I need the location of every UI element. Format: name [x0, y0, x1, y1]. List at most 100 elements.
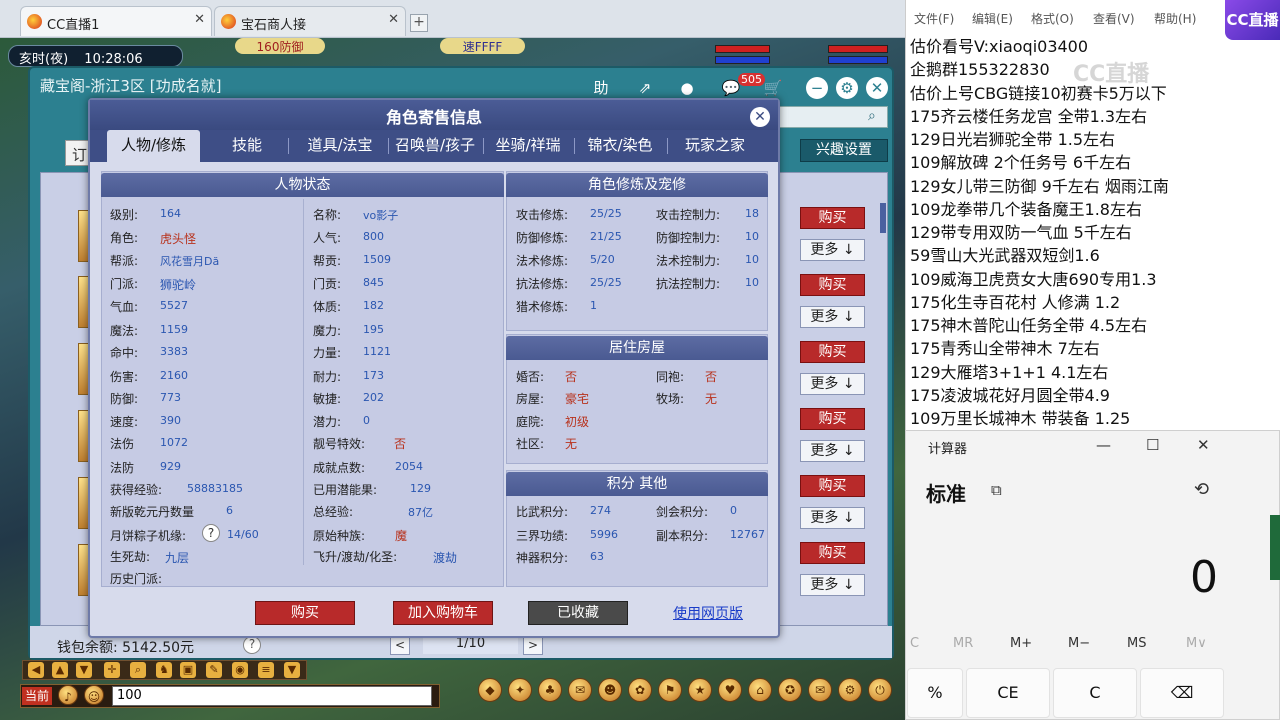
dialog-close-icon[interactable]: ✕	[750, 107, 770, 127]
menu-file[interactable]: 文件(F)	[914, 10, 954, 27]
arrow-left-icon[interactable]: ◀	[28, 662, 44, 678]
help-icon[interactable]: 助	[590, 77, 612, 99]
tab-outfits[interactable]: 锦衣/染色	[577, 130, 663, 162]
guild-icon[interactable]: ✪	[778, 678, 802, 702]
team-icon[interactable]: ♞	[156, 662, 172, 678]
search-icon[interactable]: ⌕	[868, 108, 876, 124]
list-scrollbar[interactable]	[880, 203, 886, 233]
add-to-cart-button[interactable]: 加入购物车	[393, 601, 493, 625]
web-version-link[interactable]: 使用网页版	[673, 603, 743, 623]
stat-label: 气血:	[110, 300, 139, 314]
minimize-icon[interactable]: —	[1096, 436, 1111, 454]
tab-items[interactable]: 道具/法宝	[295, 130, 385, 162]
percent-key[interactable]: %	[907, 668, 963, 718]
listing-more-button[interactable]: 更多 ↓	[800, 306, 865, 328]
move-icon[interactable]: ✛	[104, 662, 120, 678]
listing-more-button[interactable]: 更多 ↓	[800, 239, 865, 261]
sword-icon[interactable]: ✎	[206, 662, 222, 678]
skill-icon[interactable]: ✦	[508, 678, 532, 702]
cultivation-value: 1	[590, 299, 597, 312]
listing-buy-button[interactable]: 购买	[800, 274, 865, 296]
house-label: 社区:	[516, 437, 545, 451]
wallet-help-icon[interactable]: ?	[243, 636, 261, 654]
menu-view[interactable]: 查看(V)	[1093, 10, 1135, 27]
tab-player-home[interactable]: 玩家之家	[670, 130, 760, 162]
interest-settings-button[interactable]: 兴趣设置	[800, 139, 888, 162]
memory-list-button[interactable]: M∨	[1186, 636, 1207, 651]
listing-buy-button[interactable]: 购买	[800, 207, 865, 229]
maximize-icon[interactable]: ☐	[1146, 436, 1159, 454]
browser-tab-cc[interactable]: CC直播1 ✕	[20, 6, 212, 36]
system-icon[interactable]: ⚙	[838, 678, 862, 702]
tab-skills[interactable]: 技能	[208, 130, 286, 162]
tab-pets[interactable]: 召唤兽/孩子	[390, 130, 480, 162]
clear-key[interactable]: C	[1053, 668, 1137, 718]
listing-buy-button[interactable]: 购买	[800, 408, 865, 430]
listing-buy-button[interactable]: 购买	[800, 542, 865, 564]
clear-entry-key[interactable]: CE	[966, 668, 1050, 718]
arrow-down-icon[interactable]: ▼	[76, 662, 92, 678]
menu-icon[interactable]: ≡	[258, 662, 274, 678]
mooncake-help-icon[interactable]: ?	[202, 524, 220, 542]
menu-format[interactable]: 格式(O)	[1031, 10, 1074, 27]
share-icon[interactable]: ⇗	[634, 77, 656, 99]
mail-icon[interactable]: ✉	[808, 678, 832, 702]
listing-buy-button[interactable]: 购买	[800, 341, 865, 363]
close-tab-icon[interactable]: ✕	[388, 12, 399, 27]
pet-icon[interactable]: ♣	[538, 678, 562, 702]
listing-more-button[interactable]: 更多 ↓	[800, 373, 865, 395]
chat-icon[interactable]: ◉	[232, 662, 248, 678]
close-tab-icon[interactable]: ✕	[194, 12, 205, 27]
chat-input[interactable]: 100	[112, 686, 432, 706]
tab-mounts[interactable]: 坐骑/祥瑞	[485, 130, 571, 162]
menu-help[interactable]: 帮助(H)	[1154, 10, 1196, 27]
gift-icon[interactable]: ✿	[628, 678, 652, 702]
mall-icon[interactable]: ⚑	[658, 678, 682, 702]
listing-buy-button[interactable]: 购买	[800, 475, 865, 497]
zoom-icon[interactable]: ⌕	[130, 662, 146, 678]
memory-add-button[interactable]: M+	[1010, 636, 1032, 651]
listing-more-button[interactable]: 更多 ↓	[800, 574, 865, 596]
favorited-button[interactable]: 已收藏	[528, 601, 628, 625]
ranking-icon[interactable]: ★	[688, 678, 712, 702]
memory-subtract-button[interactable]: M−	[1068, 636, 1090, 651]
dropdown-icon[interactable]: ▼	[284, 662, 300, 678]
menu-edit[interactable]: 编辑(E)	[972, 10, 1013, 27]
points-label: 三界功绩:	[516, 529, 569, 543]
prev-page-button[interactable]: <	[390, 635, 410, 655]
calculator-mode[interactable]: 标准	[926, 478, 966, 507]
exit-icon[interactable]: ⏻	[868, 678, 892, 702]
memory-store-button[interactable]: MS	[1127, 636, 1146, 651]
house-value: 否	[565, 370, 578, 384]
note-line: 175化生寺百花村 人修满 1.2	[910, 293, 1121, 312]
listing-more-button[interactable]: 更多 ↓	[800, 440, 865, 462]
friends-icon[interactable]: ☻	[598, 678, 622, 702]
browser-tab-gem[interactable]: 宝石商人接 ✕	[214, 6, 406, 36]
buy-button[interactable]: 购买	[255, 601, 355, 625]
next-page-button[interactable]: >	[523, 635, 543, 655]
memory-recall-button[interactable]: MR	[953, 636, 973, 651]
emoji-icon[interactable]: ☺	[84, 685, 104, 705]
quest-icon[interactable]: ✉	[568, 678, 592, 702]
tab-character[interactable]: 人物/修炼	[107, 130, 200, 162]
stat-label: 体质:	[313, 300, 342, 314]
minimize-icon[interactable]: −	[806, 77, 828, 99]
close-icon[interactable]: ✕	[866, 77, 888, 99]
record-icon[interactable]: ●	[676, 77, 698, 99]
listing-more-button[interactable]: 更多 ↓	[800, 507, 865, 529]
history-icon[interactable]: ⟲	[1194, 479, 1209, 500]
close-icon[interactable]: ✕	[1197, 436, 1210, 454]
settings-icon[interactable]: ⚙	[836, 77, 858, 99]
keep-on-top-icon[interactable]: ⧉	[991, 481, 1002, 499]
bag-icon[interactable]: ◆	[478, 678, 502, 702]
cart-icon[interactable]: 🛒	[762, 77, 784, 99]
lock-icon[interactable]: ▣	[180, 662, 196, 678]
map-icon[interactable]: ⌂	[748, 678, 772, 702]
chat-channel-button[interactable]: 当前	[22, 687, 52, 705]
activity-icon[interactable]: ♥	[718, 678, 742, 702]
microphone-icon[interactable]: ♪	[58, 685, 78, 705]
arrow-up-icon[interactable]: ▲	[52, 662, 68, 678]
memory-clear-button[interactable]: C	[910, 636, 919, 651]
new-tab-button[interactable]: +	[410, 14, 428, 32]
backspace-key[interactable]: ⌫	[1140, 668, 1224, 718]
